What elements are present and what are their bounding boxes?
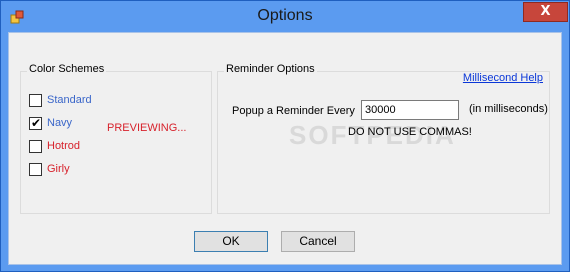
commas-warning: DO NOT USE COMMAS! [348, 126, 472, 138]
preview-status: PREVIEWING... [107, 122, 187, 134]
options-window: Options X SOFTPEDIA Color Schemes Standa… [0, 0, 570, 272]
navy-label[interactable]: Navy [47, 117, 72, 129]
girly-label[interactable]: Girly [47, 163, 70, 175]
close-icon: X [540, 4, 551, 19]
unit-label: (in milliseconds) [469, 103, 548, 115]
reminder-options-group: Reminder Options Millisecond Help Popup … [217, 63, 550, 214]
window-title: Options [257, 7, 313, 24]
navy-checkbox[interactable]: ✔ [29, 116, 42, 130]
title-bar[interactable]: Options X [1, 1, 569, 33]
hotrod-label[interactable]: Hotrod [47, 140, 80, 152]
standard-label[interactable]: Standard [47, 94, 92, 106]
checkmark-icon: ✔ [31, 116, 42, 130]
ok-button[interactable]: OK [194, 231, 268, 252]
interval-input[interactable] [361, 100, 459, 120]
standard-checkbox[interactable] [29, 94, 42, 107]
popup-interval-label: Popup a Reminder Every [232, 105, 355, 117]
dialog-body: SOFTPEDIA Color Schemes Standard ✔ Navy … [8, 32, 562, 265]
color-schemes-legend: Color Schemes [27, 63, 107, 75]
millisecond-help-link[interactable]: Millisecond Help [463, 72, 543, 84]
girly-checkbox[interactable] [29, 163, 42, 176]
hotrod-checkbox[interactable] [29, 140, 42, 153]
close-button[interactable]: X [523, 2, 568, 22]
color-schemes-group: Color Schemes Standard ✔ Navy PREVIEWING… [20, 63, 212, 214]
reminder-options-legend: Reminder Options [224, 63, 317, 75]
cancel-button[interactable]: Cancel [281, 231, 355, 252]
